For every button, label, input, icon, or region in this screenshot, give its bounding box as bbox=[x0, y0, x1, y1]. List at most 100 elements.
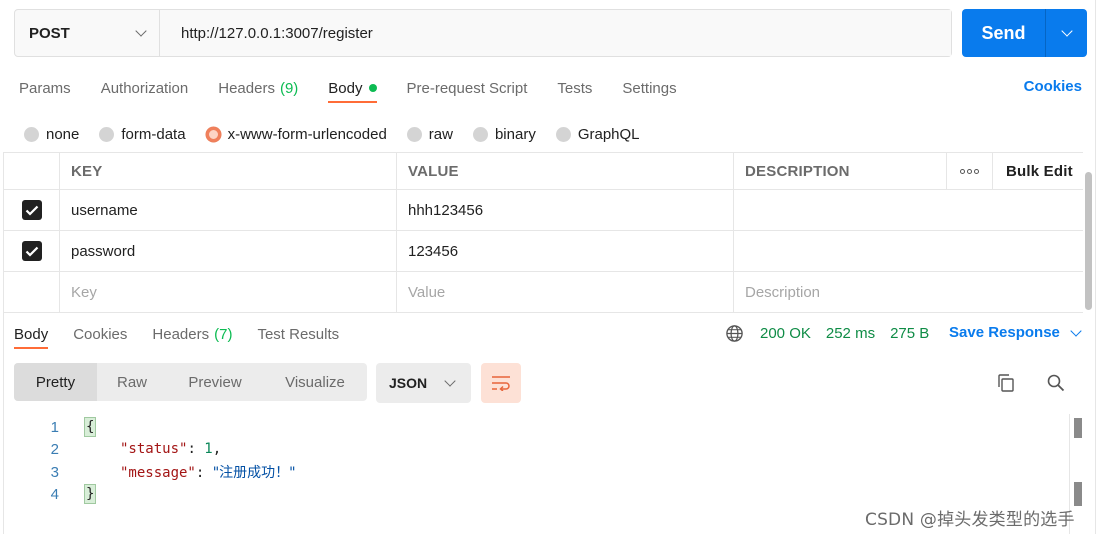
cookies-link[interactable]: Cookies bbox=[1024, 78, 1082, 95]
tab-headers[interactable]: Headers (9) bbox=[218, 74, 298, 102]
send-button[interactable]: Send bbox=[962, 9, 1046, 57]
line-number: 3 bbox=[50, 463, 59, 481]
header-key: KEY bbox=[60, 153, 397, 189]
wrap-lines-icon bbox=[492, 376, 510, 391]
headers-count: (9) bbox=[279, 79, 299, 97]
radio-dot bbox=[205, 126, 221, 142]
code-scrollbar-marker[interactable] bbox=[1074, 418, 1082, 438]
radio-dot bbox=[24, 126, 39, 142]
new-key-input[interactable]: Key bbox=[60, 272, 397, 312]
code-brace-close: } bbox=[84, 484, 97, 504]
code-line: 3 "message": "注册成功！" bbox=[0, 461, 1060, 483]
tab-response-headers[interactable]: Headers (7) bbox=[152, 320, 232, 348]
tab-params[interactable]: Params bbox=[19, 74, 71, 102]
chevron-down-icon bbox=[1060, 25, 1073, 37]
radio-raw[interactable]: raw bbox=[406, 126, 453, 143]
send-options-button[interactable] bbox=[1046, 9, 1087, 57]
code-line: 2 "status": 1, bbox=[0, 438, 1060, 460]
radio-dot bbox=[472, 126, 488, 142]
more-options-button[interactable] bbox=[947, 153, 993, 189]
code-brace-open: { bbox=[84, 417, 97, 437]
bulk-edit-button[interactable]: Bulk Edit bbox=[993, 153, 1083, 189]
globe-icon[interactable] bbox=[725, 324, 744, 343]
chevron-down-icon bbox=[135, 25, 147, 37]
row-description-cell[interactable] bbox=[734, 190, 1083, 230]
radio-dot bbox=[99, 126, 115, 142]
new-description-input[interactable]: Description bbox=[734, 272, 1083, 312]
code-text: "message": "注册成功！" bbox=[120, 465, 296, 481]
more-dots-icon bbox=[960, 168, 979, 174]
view-visualize[interactable]: Visualize bbox=[263, 363, 367, 401]
line-number: 2 bbox=[50, 440, 59, 458]
row-key-cell[interactable]: username bbox=[60, 190, 397, 230]
row-checkbox[interactable] bbox=[21, 241, 42, 261]
code-text: "status": 1, bbox=[120, 441, 222, 457]
copy-icon[interactable] bbox=[996, 373, 1016, 393]
method-select[interactable]: POST bbox=[15, 10, 160, 56]
checkmark-icon bbox=[25, 205, 38, 216]
header-check-cell bbox=[4, 153, 60, 189]
code-line: 1 { bbox=[0, 416, 1060, 438]
response-size[interactable]: 275 B bbox=[890, 325, 929, 342]
request-bar: POST http://127.0.0.1:3007/register bbox=[14, 9, 952, 57]
tab-settings[interactable]: Settings bbox=[622, 74, 676, 102]
table-row-new: Key Value Description bbox=[4, 272, 1083, 313]
view-mode-switch: Pretty Raw Preview Visualize bbox=[14, 363, 367, 401]
header-description: DESCRIPTION bbox=[734, 153, 947, 189]
tab-body[interactable]: Body bbox=[328, 74, 377, 103]
chevron-down-icon bbox=[444, 375, 456, 387]
radio-none[interactable]: none bbox=[24, 126, 79, 143]
checkmark-icon bbox=[25, 246, 38, 257]
row-checkbox-cell bbox=[4, 231, 60, 271]
new-value-input[interactable]: Value bbox=[397, 272, 734, 312]
radio-form-data[interactable]: form-data bbox=[99, 126, 186, 143]
chevron-down-icon bbox=[1070, 324, 1082, 337]
radio-dot bbox=[555, 126, 571, 142]
format-select[interactable]: JSON bbox=[376, 363, 471, 403]
response-meta: 200 OK 252 ms 275 B bbox=[725, 322, 929, 344]
method-label: POST bbox=[29, 24, 70, 42]
row-checkbox-cell bbox=[4, 190, 60, 230]
tab-response-cookies[interactable]: Cookies bbox=[73, 320, 127, 348]
status-code[interactable]: 200 OK bbox=[760, 325, 811, 342]
radio-dot bbox=[406, 126, 422, 142]
radio-graphql[interactable]: GraphQL bbox=[555, 126, 640, 143]
url-input[interactable]: http://127.0.0.1:3007/register bbox=[160, 10, 951, 56]
response-time[interactable]: 252 ms bbox=[826, 325, 875, 342]
tab-tests[interactable]: Tests bbox=[557, 74, 592, 102]
radio-binary[interactable]: binary bbox=[472, 126, 536, 143]
table-row: username hhh123456 bbox=[4, 190, 1083, 231]
save-response-button[interactable]: Save Response bbox=[949, 324, 1082, 341]
send-button-group: Send bbox=[962, 9, 1087, 57]
code-line: 4 } bbox=[0, 483, 1060, 505]
view-raw[interactable]: Raw bbox=[97, 363, 167, 401]
row-value-cell[interactable]: hhh123456 bbox=[397, 190, 734, 230]
row-key-cell[interactable]: password bbox=[60, 231, 397, 271]
line-number: 4 bbox=[50, 485, 59, 503]
request-tabs: Params Authorization Headers (9) Body Pre… bbox=[19, 74, 707, 104]
tab-authorization[interactable]: Authorization bbox=[101, 74, 189, 102]
row-description-cell[interactable] bbox=[734, 231, 1083, 271]
table-scrollbar[interactable] bbox=[1085, 172, 1092, 310]
view-pretty[interactable]: Pretty bbox=[14, 363, 97, 401]
search-icon[interactable] bbox=[1046, 373, 1066, 393]
watermark: CSDN @掉头发类型的选手 bbox=[865, 510, 1075, 530]
response-tabs: Body Cookies Headers (7) Test Results bbox=[14, 320, 364, 350]
table-row: password 123456 bbox=[4, 231, 1083, 272]
row-value-cell[interactable]: 123456 bbox=[397, 231, 734, 271]
wrap-lines-button[interactable] bbox=[481, 363, 521, 403]
tab-response-body[interactable]: Body bbox=[14, 320, 49, 349]
header-value: VALUE bbox=[397, 153, 734, 189]
tab-test-results[interactable]: Test Results bbox=[257, 320, 339, 348]
body-type-radios: none form-data x-www-form-urlencoded raw… bbox=[24, 123, 660, 145]
row-checkbox[interactable] bbox=[21, 200, 42, 220]
params-table: KEY VALUE DESCRIPTION Bulk Edit username… bbox=[4, 152, 1083, 313]
tab-pre-request-script[interactable]: Pre-request Script bbox=[407, 74, 528, 102]
row-checkbox-cell bbox=[4, 272, 60, 312]
format-label: JSON bbox=[389, 375, 428, 391]
radio-x-www-form-urlencoded[interactable]: x-www-form-urlencoded bbox=[205, 126, 387, 143]
code-scrollbar-marker[interactable] bbox=[1074, 482, 1082, 506]
panel-right-border bbox=[1095, 0, 1096, 534]
view-preview[interactable]: Preview bbox=[167, 363, 263, 401]
response-headers-count: (7) bbox=[214, 325, 233, 343]
